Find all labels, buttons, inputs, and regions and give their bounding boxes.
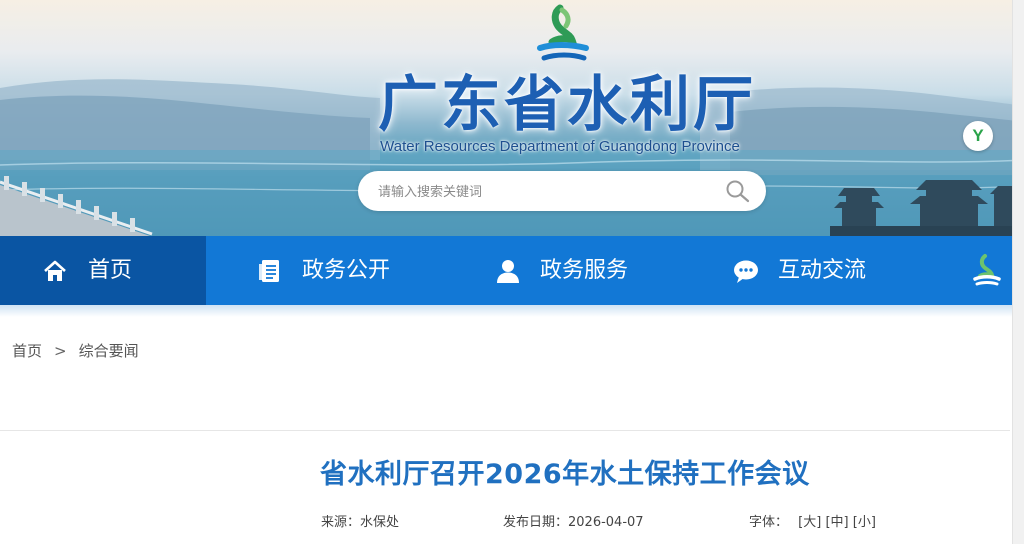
nav-label-interaction: 互动交流	[778, 258, 867, 283]
font-size-label: 字体：	[749, 515, 789, 530]
content-divider	[0, 430, 1010, 431]
site-subtitle: Water Resources Department of Guangdong …	[380, 138, 740, 155]
nav-item-interaction[interactable]: 互动交流	[686, 236, 926, 305]
font-size-control: 字体： [大] [中] [小]	[749, 511, 876, 530]
main-nav: 首页 政务公开 政务服务 互动交流	[0, 236, 1024, 305]
breadcrumb: 首页 > 综合要闻	[12, 340, 139, 361]
nav-item-more[interactable]	[960, 236, 1012, 305]
accessibility-button[interactable]: Y	[963, 121, 993, 151]
search-input[interactable]	[376, 179, 710, 205]
source-label: 来源：	[321, 515, 361, 530]
home-icon	[44, 260, 66, 281]
source-value: 水保处	[360, 515, 400, 530]
nav-item-government-services[interactable]: 政务服务	[446, 236, 686, 305]
article-date: 发布日期：2026-04-07	[503, 511, 644, 530]
site-title: 广东省水利厅	[378, 70, 756, 140]
header-banner: 广东省水利厅 Water Resources Department of Gua…	[0, 0, 1024, 236]
accessibility-icon: Y	[972, 126, 984, 145]
breadcrumb-current-link[interactable]: 综合要闻	[79, 342, 139, 360]
search-icon[interactable]	[724, 178, 752, 204]
font-size-medium-button[interactable]: [中]	[825, 515, 848, 530]
breadcrumb-separator: >	[54, 342, 67, 360]
font-size-large-button[interactable]: [大]	[798, 515, 821, 530]
guangdong-emblem-icon	[537, 4, 589, 61]
nav-item-government-affairs[interactable]: 政务公开	[206, 236, 446, 305]
article-source: 来源：水保处	[321, 511, 399, 530]
date-value: 2026-04-07	[568, 515, 644, 530]
date-label: 发布日期：	[503, 515, 569, 530]
document-icon	[259, 260, 279, 282]
breadcrumb-home-link[interactable]: 首页	[12, 342, 42, 360]
font-size-small-button[interactable]: [小]	[853, 515, 876, 530]
chat-icon	[734, 260, 758, 283]
nav-shadow	[0, 305, 1024, 317]
nav-label-government-services: 政务服务	[540, 258, 629, 283]
user-icon	[497, 260, 519, 283]
nav-item-home[interactable]: 首页	[0, 236, 206, 305]
nav-label-government-affairs: 政务公开	[302, 258, 391, 283]
search-box	[358, 171, 766, 211]
guangdong-emblem-icon	[973, 254, 1001, 286]
nav-label-home: 首页	[88, 258, 133, 283]
page-scrollbar[interactable]	[1012, 0, 1024, 544]
article-title: 省水利厅召开2026年水土保持工作会议	[320, 459, 810, 490]
